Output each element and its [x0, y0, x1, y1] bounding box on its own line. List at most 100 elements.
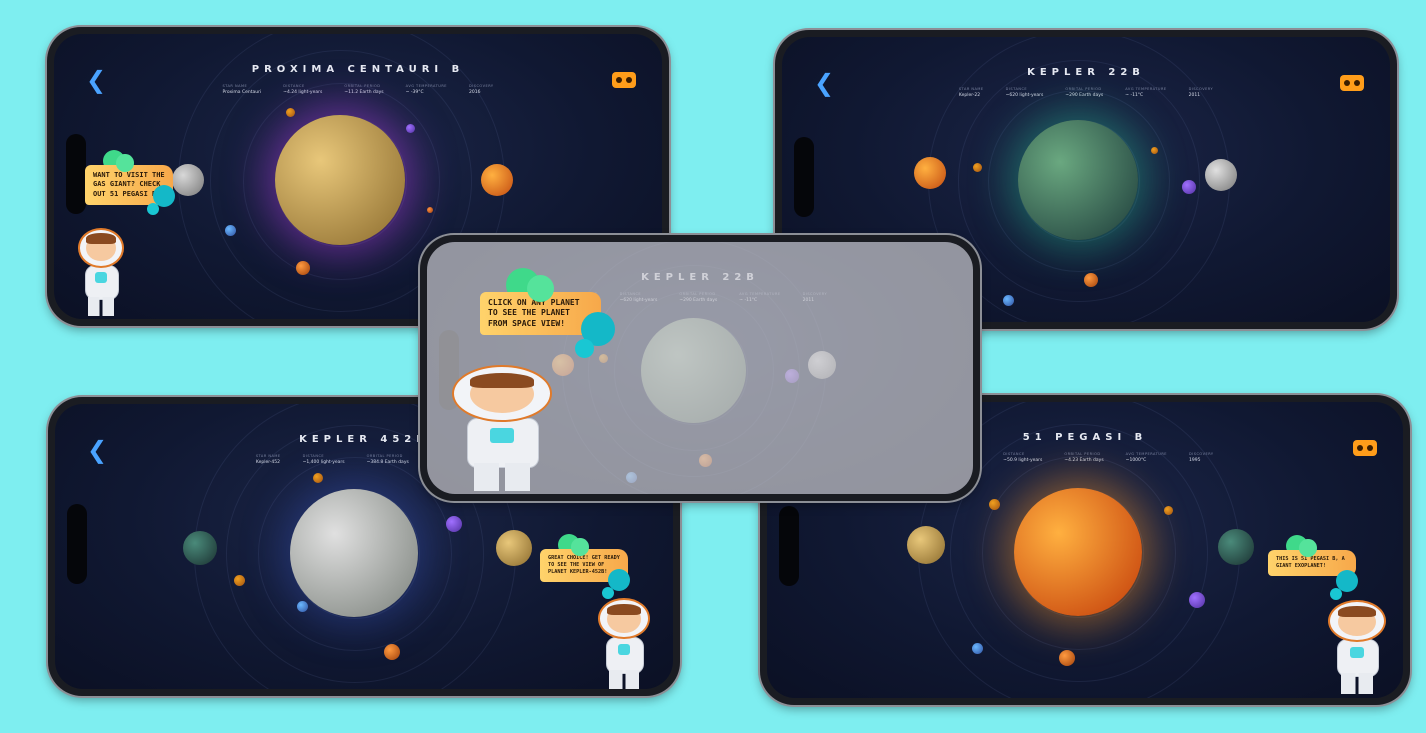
orbit-planet[interactable]	[1218, 529, 1254, 565]
orbit-planet[interactable]	[481, 164, 513, 196]
orbit-planet[interactable]	[1205, 159, 1237, 191]
stat-value: 2016	[469, 90, 481, 95]
orbit-planet[interactable]	[296, 261, 310, 275]
vr-headset-icon[interactable]	[1340, 75, 1364, 91]
orbit-planet[interactable]	[285, 107, 295, 117]
orbit-planet[interactable]	[233, 574, 245, 586]
orbit-planet[interactable]	[1182, 180, 1196, 194]
orbit-planet[interactable]	[1189, 592, 1205, 608]
orbit-planet[interactable]	[296, 600, 308, 612]
stat-label: Discovery	[1189, 452, 1214, 456]
orbit-planet[interactable]	[914, 157, 946, 189]
orbit-planet[interactable]	[224, 224, 236, 236]
vr-headset-icon[interactable]	[612, 72, 636, 88]
orbit-planet[interactable]	[1059, 650, 1075, 666]
speech-bubble: Want to visit the gas giant? Check out 5…	[85, 150, 187, 240]
stat-label: Orbital Period	[344, 84, 381, 88]
dynamic-island	[779, 505, 799, 586]
planet-stats: Star Name Kepler-22 Distance ~620 light-yea…	[959, 87, 1213, 98]
stat-value: ~50.9 light-years	[1003, 458, 1043, 463]
stat-item: Star Name Kepler-452	[256, 454, 281, 465]
stat-label: Orbital Period	[366, 454, 403, 458]
orbit-planet[interactable]	[313, 473, 323, 483]
stat-label: Distance	[1005, 87, 1028, 91]
bubble-green-circle	[1299, 539, 1317, 557]
chevron-left-icon[interactable]: ❮	[86, 68, 106, 92]
stat-value: ~ -39°C	[405, 90, 424, 95]
featured-planet[interactable]	[1014, 488, 1142, 616]
featured-planet[interactable]	[275, 115, 405, 245]
stat-label: Avg Temperature	[1125, 452, 1168, 456]
astronaut-mascot	[452, 365, 552, 491]
orbit-planet[interactable]	[1163, 505, 1173, 515]
astronaut-mascot	[1328, 600, 1386, 694]
stat-value: ~290 Earth days	[1065, 93, 1104, 98]
dynamic-island	[794, 136, 814, 217]
orbit-planet[interactable]	[427, 207, 433, 213]
orbit-planet[interactable]	[1150, 146, 1158, 154]
astronaut-pack	[95, 272, 107, 283]
planet-title: PROXIMA CENTAURI B	[251, 64, 465, 75]
stat-label: Distance	[1003, 452, 1025, 456]
astronaut-legs	[1340, 673, 1374, 694]
stat-label: Avg Temperature	[1125, 87, 1167, 91]
orbit-planet[interactable]	[972, 162, 982, 172]
stat-value: 2011	[1188, 93, 1201, 98]
astronaut-legs	[474, 463, 530, 491]
stat-value: ~11.2 Earth days	[344, 90, 384, 95]
bubble-teal-circle	[575, 339, 594, 358]
astronaut-hair	[470, 372, 534, 388]
stat-label: Avg Temperature	[405, 84, 447, 88]
astronaut-mascot	[598, 598, 650, 689]
phone-mockup: KEPLER 22BStar NameKepler-22Distance~620…	[420, 235, 980, 501]
stat-item: Star Name Kepler-22	[959, 87, 984, 98]
stat-value: ~1000°C	[1125, 458, 1147, 463]
speech-bubble: Click on any planet to see the planet fr…	[480, 268, 615, 358]
orbit-planet[interactable]	[446, 516, 462, 532]
stat-value: ~1,400 light-years	[302, 460, 345, 465]
bubble-green-circle	[526, 274, 554, 302]
stat-value: ~384.8 Earth days	[366, 460, 409, 465]
planet-stats: Star Name Proxima Centauri Distance ~4.24 l…	[222, 84, 493, 95]
orbit-planet[interactable]	[1084, 273, 1098, 287]
chevron-left-icon[interactable]: ❮	[87, 438, 107, 462]
featured-planet[interactable]	[290, 489, 418, 617]
stat-label: Star Name	[255, 454, 281, 458]
vr-headset-icon[interactable]	[1353, 440, 1377, 456]
phone-screen: KEPLER 22BStar NameKepler-22Distance~620…	[427, 242, 973, 494]
orbit-planet[interactable]	[496, 530, 532, 566]
stat-label: Discovery	[469, 84, 494, 88]
astronaut-body	[605, 636, 645, 674]
planet-stats: Star Name51 PegasiDistance~50.9 light-ye…	[956, 452, 1213, 463]
orbit-planet[interactable]	[183, 531, 217, 565]
astronaut-pack	[490, 428, 514, 444]
planet-title: KEPLER 22B	[1027, 67, 1145, 78]
stat-item: Orbital Period ~290 Earth days	[1065, 87, 1103, 98]
orbit-planet[interactable]	[988, 498, 1000, 510]
stat-value: Kepler-452	[255, 460, 280, 465]
stat-item: Discovery 2011	[1189, 87, 1214, 98]
astronaut-hair	[1338, 605, 1376, 617]
stat-item: Avg Temperature ~1000°C	[1126, 452, 1167, 463]
stat-value: ~4.23 Earth days	[1064, 458, 1104, 463]
stat-label: Discovery	[1188, 87, 1214, 91]
astronaut-pack	[617, 644, 631, 656]
astronaut-hair	[607, 603, 641, 615]
astronaut-body	[84, 264, 120, 301]
featured-planet[interactable]	[1018, 120, 1138, 240]
orbit-planet[interactable]	[405, 123, 415, 133]
bubble-teal-circle	[1330, 588, 1343, 601]
stat-label: Distance	[302, 454, 325, 458]
orbit-planet[interactable]	[1002, 294, 1014, 306]
orbit-planet[interactable]	[907, 526, 945, 564]
stat-label: Orbital Period	[1065, 87, 1102, 91]
orbit-planet[interactable]	[971, 642, 983, 654]
stat-label: Orbital Period	[1064, 452, 1101, 456]
stat-label: Star Name	[958, 87, 984, 91]
orbit-planet[interactable]	[384, 644, 400, 660]
dynamic-island	[66, 133, 86, 214]
astronaut-legs	[609, 669, 639, 689]
stat-item: Discovery 1995	[1189, 452, 1214, 463]
stat-item: Orbital Period ~4.23 Earth days	[1064, 452, 1103, 463]
chevron-left-icon[interactable]: ❮	[814, 71, 834, 95]
